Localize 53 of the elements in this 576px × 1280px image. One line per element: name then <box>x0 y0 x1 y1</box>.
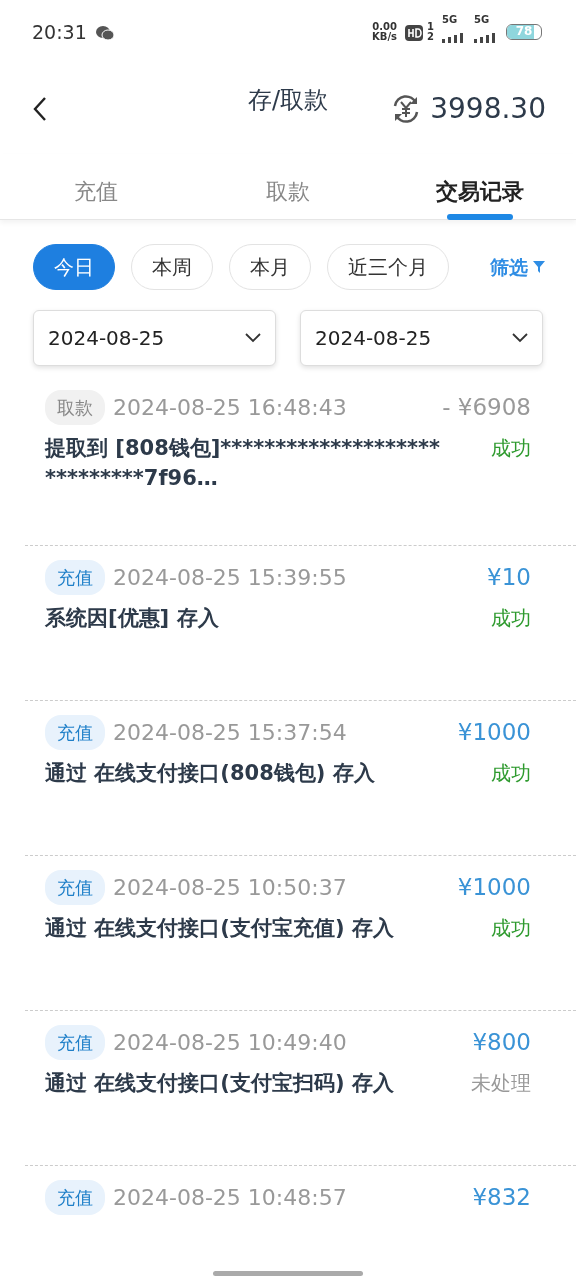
date-select[interactable]: 2024-08-25 <box>300 310 543 366</box>
status-text: 成功 <box>491 435 531 462</box>
type-tag: 取款 <box>45 390 105 425</box>
type-tag: 充值 <box>45 1025 105 1060</box>
date-select[interactable]: 2024-08-25 <box>33 310 276 366</box>
network-type-text: 5G <box>474 15 491 25</box>
status-text: 未处理 <box>471 1070 531 1097</box>
chevron-down-icon <box>512 333 528 343</box>
record-time: 2024-08-25 15:39:55 <box>113 564 347 592</box>
type-tag: 充值 <box>45 1180 105 1215</box>
amount-text: ¥800 <box>472 1028 531 1058</box>
type-tag: 充值 <box>45 715 105 750</box>
record-time: 2024-08-25 10:50:37 <box>113 874 347 902</box>
status-text: 成功 <box>491 605 531 632</box>
type-tag: 充值 <box>45 870 105 905</box>
record-description: 系统因[优惠] 存入 <box>45 605 219 632</box>
tab[interactable]: 交易记录 <box>384 154 576 219</box>
record-description: 通过 在线支付接口(支付宝充值) 存入 <box>45 915 394 942</box>
chevron-down-icon <box>245 333 261 343</box>
page-title: 存/取款 <box>247 86 329 114</box>
amount-text: ¥10 <box>487 563 531 593</box>
period-chip[interactable]: 今日 <box>33 244 115 290</box>
battery-text: 78 <box>514 25 534 38</box>
tab[interactable]: 充值 <box>0 154 192 219</box>
sim-slot-text: 1 <box>427 22 434 32</box>
record-description: 通过 在线支付接口(支付宝扫码) 存入 <box>45 1070 394 1097</box>
date-text: 2024-08-25 <box>48 325 165 352</box>
tab[interactable]: 取款 <box>192 154 384 219</box>
status-text: 成功 <box>491 760 531 787</box>
amount-text: ¥1000 <box>457 718 531 748</box>
period-chip[interactable]: 近三个月 <box>327 244 449 290</box>
balance-text: 3998.30 <box>430 91 546 127</box>
date-text: 2024-08-25 <box>315 325 432 352</box>
record-description: 通过 在线支付接口(808钱包) 存入 <box>45 760 375 787</box>
record-time: 2024-08-25 16:48:43 <box>113 394 347 422</box>
period-chip[interactable]: 本月 <box>229 244 311 290</box>
back-button[interactable] <box>32 96 48 122</box>
speed-unit-text: KB/s <box>372 32 398 42</box>
status-text: 成功 <box>491 915 531 942</box>
network-type-text: 5G <box>442 15 459 25</box>
record-description: 提取到 [808钱包]*****************************7f96… <box>45 435 440 492</box>
record-time: 2024-08-25 10:48:57 <box>113 1184 347 1212</box>
amount-text: ¥1000 <box>457 873 531 903</box>
clock-text: 20:31 <box>32 19 87 45</box>
network-speed-text: 0.00 <box>372 22 398 32</box>
record-time: 2024-08-25 15:37:54 <box>113 719 347 747</box>
type-tag: 充值 <box>45 560 105 595</box>
sim-slot-text: 2 <box>427 32 434 42</box>
filter-icon <box>532 260 546 274</box>
record-time: 2024-08-25 10:49:40 <box>113 1029 347 1057</box>
amount-text: ¥832 <box>472 1183 531 1213</box>
period-chip[interactable]: 本周 <box>131 244 213 290</box>
amount-text: - ¥6908 <box>442 393 531 423</box>
